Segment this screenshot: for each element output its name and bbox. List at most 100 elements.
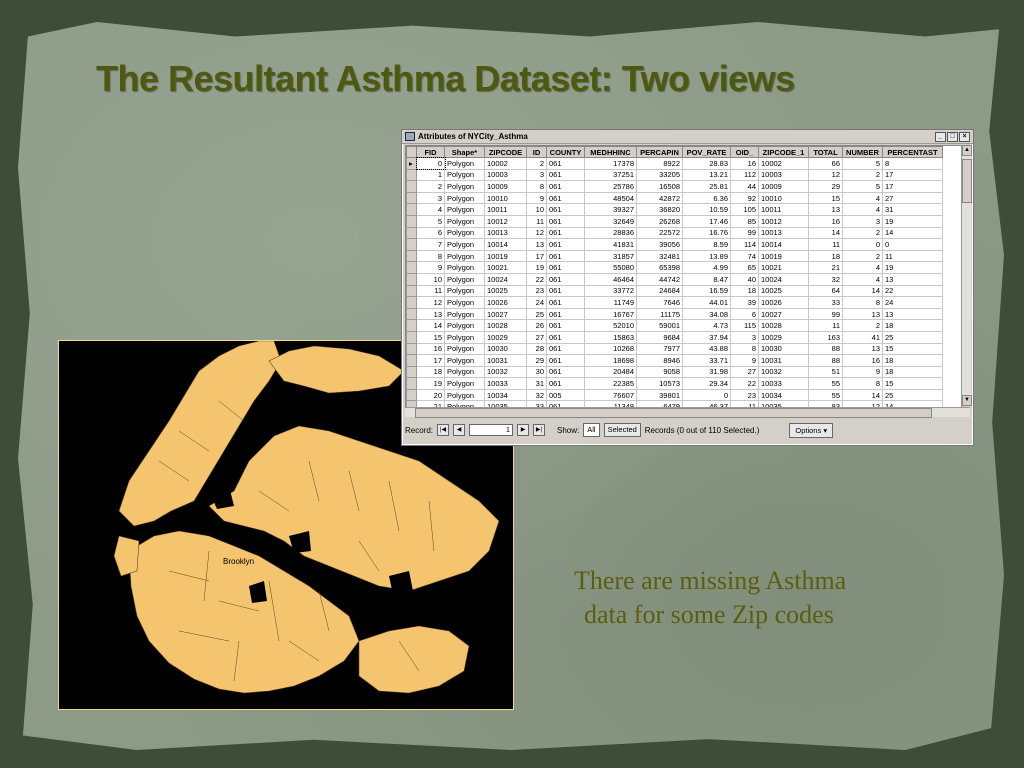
show-selected-button[interactable]: Selected bbox=[603, 423, 641, 437]
table-cell[interactable]: 25 bbox=[882, 388, 943, 402]
table-cell[interactable]: 19 bbox=[416, 377, 445, 390]
table-cell[interactable]: 10024 bbox=[758, 272, 809, 286]
table-cell[interactable]: 24 bbox=[882, 296, 943, 309]
table-cell[interactable]: 18698 bbox=[584, 354, 637, 367]
table-cell[interactable]: 85 bbox=[730, 214, 759, 228]
table-cell[interactable]: Polygon bbox=[444, 388, 485, 402]
table-cell[interactable]: 10009 bbox=[484, 180, 527, 193]
table-cell[interactable]: 25 bbox=[882, 330, 943, 344]
table-cell[interactable]: 10027 bbox=[758, 307, 809, 321]
table-cell[interactable]: 9684 bbox=[636, 330, 683, 344]
table-cell[interactable]: 10012 bbox=[758, 214, 809, 228]
table-cell[interactable]: 33205 bbox=[636, 168, 683, 182]
table-cell[interactable]: 13 bbox=[842, 342, 883, 356]
table-cell[interactable]: 17 bbox=[882, 180, 943, 193]
table-cell[interactable]: 28 bbox=[526, 342, 547, 356]
table-cell[interactable]: Polygon bbox=[444, 214, 485, 228]
table-row[interactable]: 18 Polygon 10032 30 061 20484 9058 31.98 27 10032… bbox=[406, 365, 943, 379]
attribute-grid[interactable]: FID Shape* ZIPCODE ID COUNTY MEDHHINC PERCAPIN… bbox=[405, 145, 962, 408]
table-cell[interactable]: 10013 bbox=[758, 226, 809, 240]
table-cell[interactable]: Polygon bbox=[444, 191, 485, 205]
table-cell[interactable]: 8922 bbox=[636, 157, 683, 170]
vertical-scrollbar[interactable]: ▲ ▼ bbox=[961, 145, 972, 406]
table-cell[interactable]: 4 bbox=[842, 191, 883, 205]
table-cell[interactable]: 48504 bbox=[584, 191, 637, 205]
table-cell[interactable]: Polygon bbox=[444, 226, 485, 240]
table-cell[interactable]: 3 bbox=[842, 214, 883, 228]
table-row[interactable]: 6 Polygon 10013 12 061 28836 22572 16.76 99 10013… bbox=[406, 226, 943, 240]
table-cell[interactable]: 8.59 bbox=[682, 238, 731, 251]
table-cell[interactable]: Polygon bbox=[444, 272, 485, 286]
table-cell[interactable]: 31 bbox=[526, 377, 547, 390]
table-cell[interactable]: 4 bbox=[842, 203, 883, 216]
table-cell[interactable]: 16.76 bbox=[682, 226, 731, 240]
table-cell[interactable]: 13 bbox=[882, 307, 943, 321]
table-cell[interactable]: 11 bbox=[882, 249, 943, 263]
row-selector[interactable] bbox=[406, 377, 417, 390]
table-cell[interactable]: 061 bbox=[546, 296, 585, 309]
column-header[interactable]: OID_ bbox=[730, 146, 759, 158]
table-row[interactable]: 20 Polygon 10034 32 005 76607 39801 0 23 10034 55 1… bbox=[406, 388, 943, 402]
table-row[interactable]: 12 Polygon 10026 24 061 11749 7646 44.01 39 10026… bbox=[406, 296, 943, 309]
table-cell[interactable]: 17 bbox=[882, 168, 943, 182]
table-cell[interactable]: 23 bbox=[526, 284, 547, 298]
column-header[interactable]: PERCAPIN bbox=[636, 146, 683, 158]
column-header[interactable]: Shape* bbox=[444, 146, 485, 158]
row-selector[interactable] bbox=[406, 296, 417, 309]
table-row[interactable]: 9 Polygon 10021 19 061 55080 65398 4.99 65 10021 2… bbox=[406, 261, 943, 274]
row-selector[interactable] bbox=[406, 319, 417, 332]
table-cell[interactable]: 3 bbox=[526, 168, 547, 182]
table-cell[interactable]: 13 bbox=[808, 203, 843, 216]
row-selector[interactable] bbox=[406, 168, 417, 182]
column-header[interactable]: NUMBER bbox=[842, 146, 883, 158]
table-cell[interactable]: 27 bbox=[526, 330, 547, 344]
table-cell[interactable]: 10 bbox=[416, 272, 445, 286]
table-cell[interactable]: 34.08 bbox=[682, 307, 731, 321]
table-cell[interactable]: Polygon bbox=[444, 319, 485, 332]
table-cell[interactable]: 10024 bbox=[484, 272, 527, 286]
table-cell[interactable]: 10011 bbox=[758, 203, 809, 216]
table-cell[interactable]: 11 bbox=[808, 238, 843, 251]
table-cell[interactable]: 13.21 bbox=[682, 168, 731, 182]
row-selector[interactable] bbox=[406, 214, 417, 228]
table-cell[interactable]: 061 bbox=[546, 157, 585, 170]
table-cell[interactable]: 39 bbox=[730, 296, 759, 309]
table-row[interactable]: 14 Polygon 10028 26 061 52010 59001 4.73 115 1002… bbox=[406, 319, 943, 332]
row-selector[interactable] bbox=[406, 284, 417, 298]
table-cell[interactable]: 4 bbox=[842, 261, 883, 274]
table-cell[interactable]: 14 bbox=[808, 226, 843, 240]
table-cell[interactable]: 16 bbox=[416, 342, 445, 356]
table-cell[interactable]: 10013 bbox=[484, 226, 527, 240]
table-cell[interactable]: 6 bbox=[416, 226, 445, 240]
table-row[interactable]: 13 Polygon 10027 25 061 16767 11175 34.08 6 10027… bbox=[406, 307, 943, 321]
table-cell[interactable]: 0 bbox=[415, 156, 446, 171]
table-cell[interactable]: 22 bbox=[730, 377, 759, 390]
table-cell[interactable]: 2 bbox=[842, 249, 883, 263]
record-number-input[interactable]: 1 bbox=[469, 424, 514, 436]
table-cell[interactable]: 061 bbox=[546, 354, 585, 367]
table-cell[interactable]: 7977 bbox=[636, 342, 683, 356]
table-cell[interactable]: 13 bbox=[416, 307, 445, 321]
table-row[interactable]: 7 Polygon 10014 13 061 41831 39056 8.59 114 10014… bbox=[406, 238, 943, 251]
table-cell[interactable]: 061 bbox=[546, 226, 585, 240]
table-cell[interactable]: 18 bbox=[882, 365, 943, 379]
table-row[interactable]: 17 Polygon 10031 29 061 18698 8946 33.71 9 10031 8… bbox=[406, 354, 943, 367]
table-cell[interactable]: 16 bbox=[808, 214, 843, 228]
table-cell[interactable]: 64 bbox=[808, 284, 843, 298]
table-cell[interactable]: 22 bbox=[882, 284, 943, 298]
table-cell[interactable]: 8 bbox=[842, 377, 883, 390]
table-cell[interactable]: 10003 bbox=[484, 168, 527, 182]
table-cell[interactable]: 10030 bbox=[758, 342, 809, 356]
table-cell[interactable]: 36820 bbox=[636, 203, 683, 216]
table-cell[interactable]: 24 bbox=[526, 296, 547, 309]
column-header[interactable]: ID bbox=[526, 146, 547, 158]
table-cell[interactable]: 2 bbox=[842, 226, 883, 240]
table-cell[interactable]: 32 bbox=[526, 388, 547, 402]
table-cell[interactable]: Polygon bbox=[444, 261, 485, 274]
first-record-icon[interactable]: |◀ bbox=[437, 424, 450, 436]
table-cell[interactable]: 55080 bbox=[584, 261, 637, 274]
table-cell[interactable]: 18 bbox=[882, 354, 943, 367]
table-cell[interactable]: 26 bbox=[526, 319, 547, 332]
attribute-table-window[interactable]: Attributes of NYCity_Asthma _ □ × FID Sha… bbox=[401, 129, 974, 446]
table-cell[interactable]: 061 bbox=[546, 249, 585, 263]
